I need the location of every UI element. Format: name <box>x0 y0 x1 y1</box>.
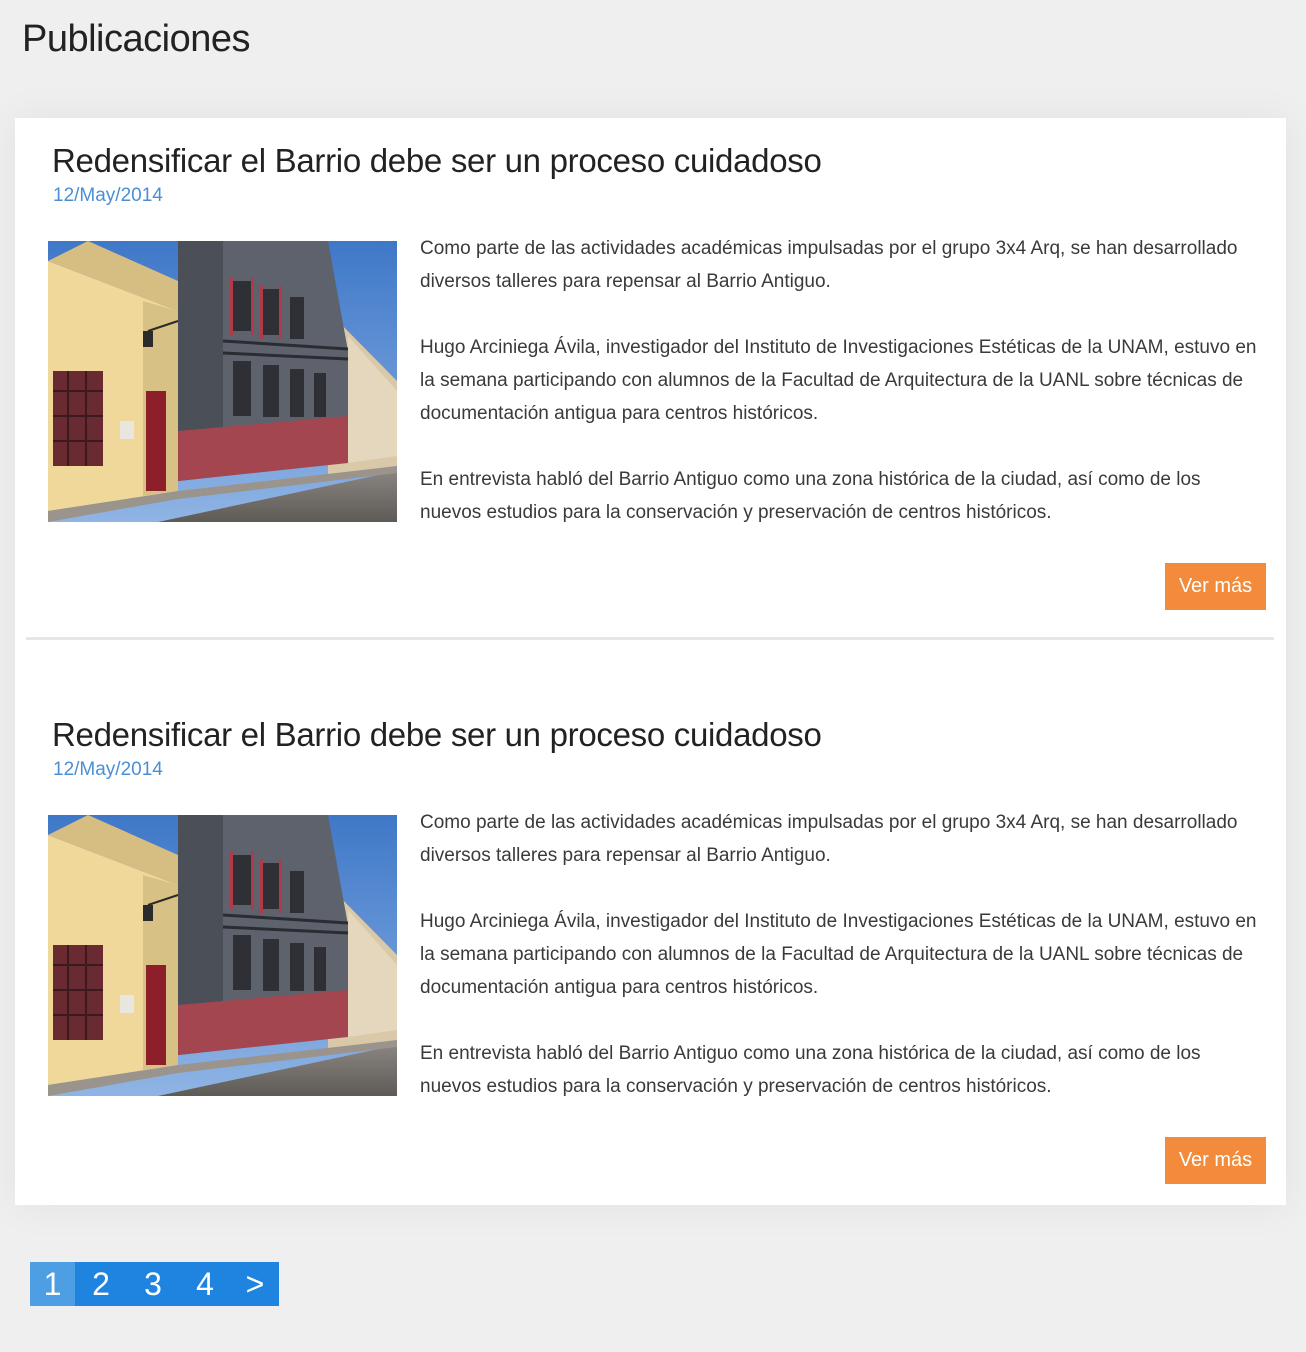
pagination: 1 2 3 4 > <box>30 1262 279 1306</box>
page-link-3[interactable]: 3 <box>127 1262 179 1306</box>
page-link-1[interactable]: 1 <box>30 1262 75 1306</box>
post-paragraph: En entrevista habló del Barrio Antiguo c… <box>420 469 1201 523</box>
post-paragraph: En entrevista habló del Barrio Antiguo c… <box>420 1043 1201 1097</box>
post-paragraph: Como parte de las actividades académicas… <box>420 238 1238 292</box>
post-date: 12/May/2014 <box>53 185 163 206</box>
posts-panel: Redensificar el Barrio debe ser un proce… <box>15 118 1286 1205</box>
post-image[interactable] <box>48 241 397 522</box>
street-building-image <box>48 241 397 522</box>
post-body: Como parte de las actividades académicas… <box>420 232 1260 562</box>
post-card: Redensificar el Barrio debe ser un proce… <box>15 118 1286 640</box>
page-title: Publicaciones <box>22 18 250 60</box>
post-card: Redensificar el Barrio debe ser un proce… <box>15 692 1286 1212</box>
post-divider <box>26 637 1274 640</box>
post-image[interactable] <box>48 815 397 1096</box>
page-link-2[interactable]: 2 <box>75 1262 127 1306</box>
ver-mas-button[interactable]: Ver más <box>1165 1137 1266 1184</box>
post-paragraph: Como parte de las actividades académicas… <box>420 812 1238 866</box>
next-page-link[interactable]: > <box>231 1262 279 1306</box>
post-title[interactable]: Redensificar el Barrio debe ser un proce… <box>52 142 822 180</box>
post-date: 12/May/2014 <box>53 759 163 780</box>
post-paragraph: Hugo Arciniega Ávila, investigador del I… <box>420 337 1257 424</box>
post-title[interactable]: Redensificar el Barrio debe ser un proce… <box>52 716 822 754</box>
ver-mas-button[interactable]: Ver más <box>1165 563 1266 610</box>
post-paragraph: Hugo Arciniega Ávila, investigador del I… <box>420 911 1257 998</box>
street-building-image <box>48 815 397 1096</box>
post-body: Como parte de las actividades académicas… <box>420 806 1260 1136</box>
page-link-4[interactable]: 4 <box>179 1262 231 1306</box>
